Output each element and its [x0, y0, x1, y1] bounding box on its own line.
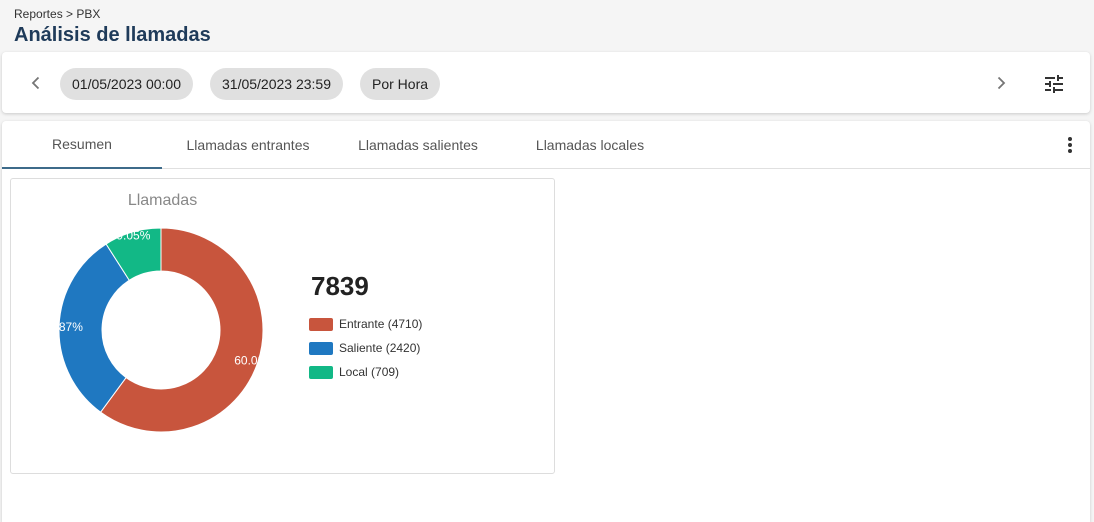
calls-chart-card: Llamadas 60.08% 30.87% 9.05% 7839 Entrante…	[10, 178, 555, 474]
legend-item-local[interactable]: Local (709)	[309, 360, 422, 384]
start-date-chip[interactable]: 01/05/2023 00:00	[60, 68, 193, 100]
donut-label-entrante: 60.08%	[234, 354, 275, 368]
chevron-left-icon	[31, 76, 40, 90]
report-panel: Resumen Llamadas entrantes Llamadas sali…	[2, 121, 1090, 522]
tab-resumen[interactable]: Resumen	[2, 121, 162, 169]
next-period-button[interactable]	[990, 72, 1012, 94]
legend-swatch-saliente	[309, 341, 333, 355]
tab-llamadas-locales[interactable]: Llamadas locales	[510, 121, 670, 169]
donut-label-saliente: 30.87%	[42, 320, 83, 334]
chart-legend: Entrante (4710) Saliente (2420) Local (7…	[309, 312, 422, 384]
tune-icon	[1045, 75, 1063, 93]
page-title: Análisis de llamadas	[14, 24, 211, 46]
end-date-chip[interactable]: 31/05/2023 23:59	[210, 68, 343, 100]
legend-swatch-entrante	[309, 317, 333, 331]
page-header: Reportes > PBX Análisis de llamadas	[14, 7, 211, 47]
chevron-right-icon	[997, 76, 1006, 90]
date-toolbar: 01/05/2023 00:00 31/05/2023 23:59 Por Ho…	[2, 52, 1090, 113]
more-options-button[interactable]	[1060, 135, 1080, 155]
donut-label-local: 9.05%	[116, 228, 150, 242]
grouping-chip[interactable]: Por Hora	[360, 68, 441, 100]
tab-llamadas-salientes[interactable]: Llamadas salientes	[338, 121, 498, 169]
legend-item-entrante[interactable]: Entrante (4710)	[309, 312, 422, 336]
more-vert-icon	[1068, 137, 1072, 153]
legend-item-saliente[interactable]: Saliente (2420)	[309, 336, 422, 360]
breadcrumb: Reportes > PBX	[14, 7, 101, 21]
legend-label-saliente: Saliente (2420)	[339, 341, 421, 355]
previous-period-button[interactable]	[25, 72, 47, 94]
tab-llamadas-entrantes[interactable]: Llamadas entrantes	[168, 121, 328, 169]
total-calls: 7839	[311, 271, 369, 301]
report-tabs: Resumen Llamadas entrantes Llamadas sali…	[2, 121, 1090, 169]
legend-label-entrante: Entrante (4710)	[339, 317, 423, 331]
legend-swatch-local	[309, 365, 333, 379]
calls-donut-chart: 60.08% 30.87% 9.05%	[42, 227, 275, 433]
legend-label-local: Local (709)	[339, 365, 400, 379]
filter-settings-button[interactable]	[1042, 72, 1066, 96]
